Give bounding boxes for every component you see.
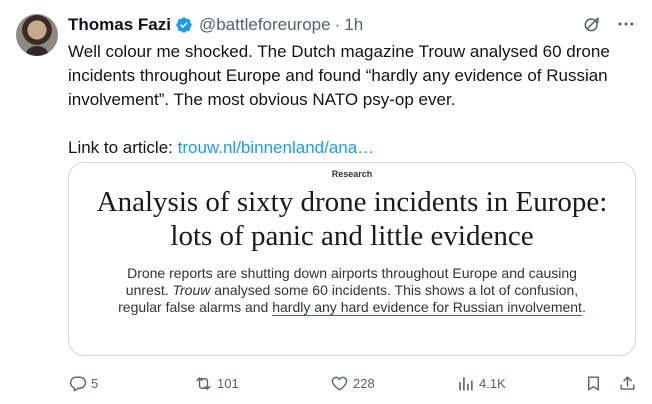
heart-icon [331,376,348,391]
reply-button[interactable]: 5 [68,372,98,394]
card-title-line2: lots of panic and little evidence [170,220,534,252]
card-kicker: Research [331,169,373,179]
card-title-line1: Analysis of sixty drone incidents in Eur… [96,186,608,218]
repost-icon [196,376,211,390]
reply-count: 5 [91,375,99,391]
tweet-actions: 5 101 228 4.1K [68,372,636,394]
grok-icon[interactable] [582,14,602,34]
more-icon[interactable] [616,14,636,34]
tweet-header: Thomas Fazi @battleforeurope · 1h [68,14,636,36]
share-button[interactable] [618,372,637,394]
verified-badge-icon [176,17,192,33]
tweet-text: Well colour me shocked. The Dutch magazi… [68,40,636,160]
article-card[interactable]: Research Analysis of sixty drone inciden… [68,162,636,356]
card-title: Analysis of sixty drone incidents in Eur… [69,185,635,253]
share-icon [620,375,635,390]
bookmark-icon [588,375,599,391]
card-body-end: . [581,299,586,315]
card-body-underlined: hardly any hard evidence for Russian inv… [272,299,582,315]
tweet-paragraph: Well colour me shocked. The Dutch magazi… [68,42,610,109]
bookmark-button[interactable] [584,372,603,394]
card-body-italic: Trouw [172,282,211,298]
header-actions [582,14,636,34]
separator-dot: · [334,15,341,34]
repost-count: 101 [217,375,239,391]
like-count: 228 [353,375,375,391]
link-label: Link to article: [68,138,178,157]
like-button[interactable]: 228 [330,372,375,394]
card-summary: Drone reports are shutting down airports… [109,265,595,316]
article-link[interactable]: trouw.nl/binnenland/ana… [178,138,375,157]
tweet-time[interactable]: 1h [344,14,363,36]
tweet-link-line: Link to article: trouw.nl/binnenland/ana… [68,136,636,160]
reply-icon [69,375,87,391]
views-count: 4.1K [479,375,506,391]
repost-button[interactable]: 101 [194,372,239,394]
views-button[interactable]: 4.1K [456,372,506,394]
author-name[interactable]: Thomas Fazi [68,14,171,36]
avatar[interactable] [16,14,58,56]
views-icon [459,376,473,391]
author-handle[interactable]: @battleforeurope [199,14,331,36]
